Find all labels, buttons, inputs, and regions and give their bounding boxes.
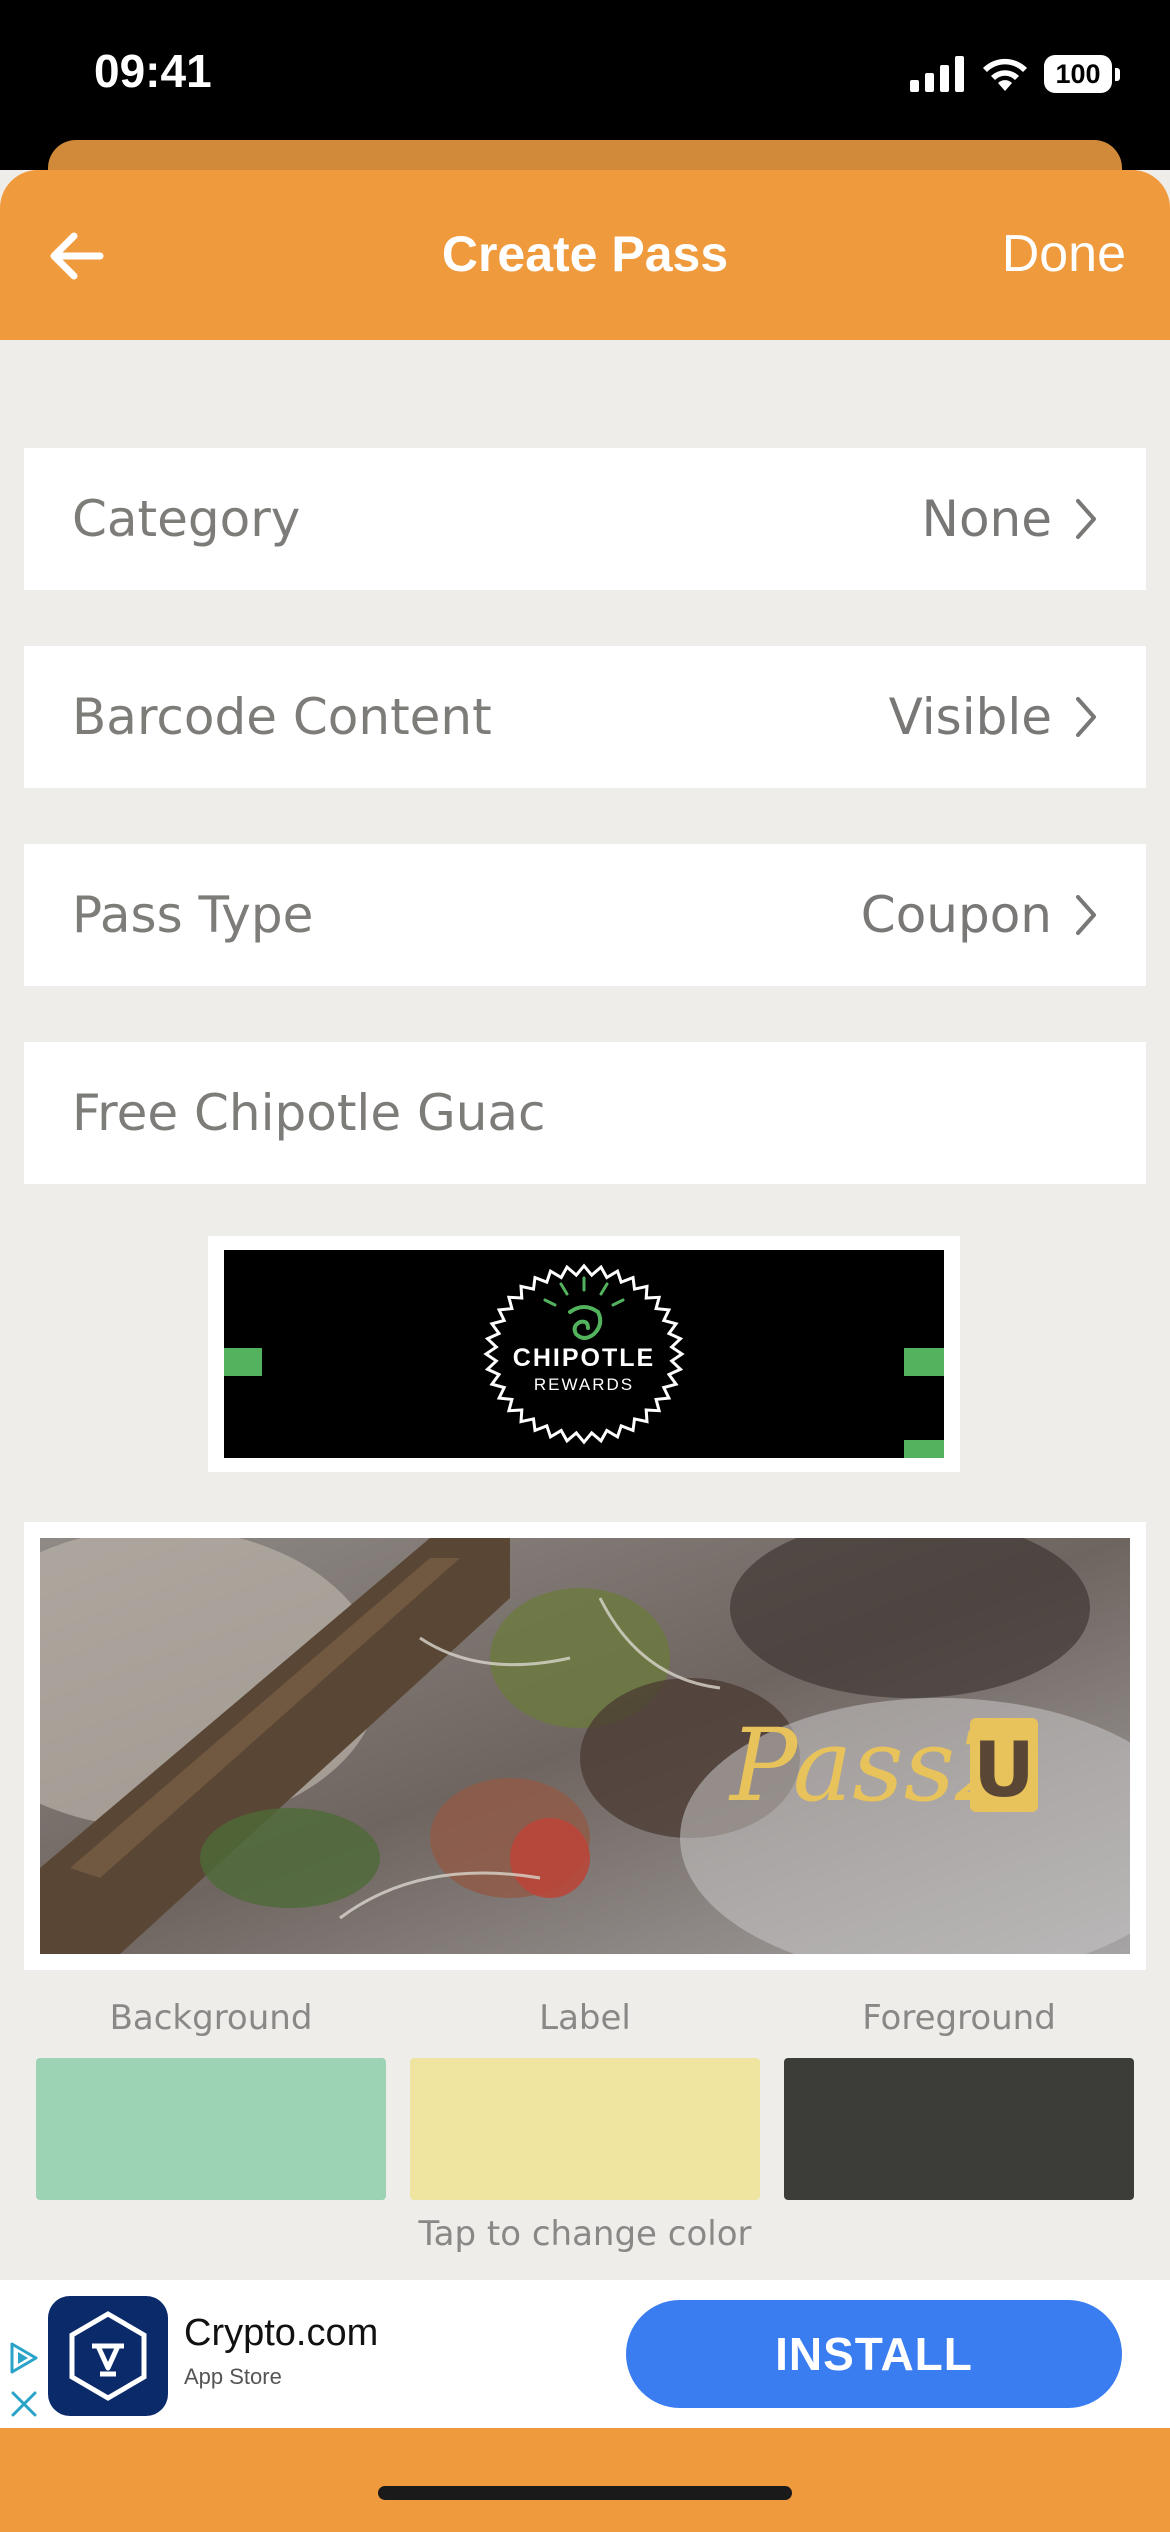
- pass-strip-image[interactable]: Pass2 U: [24, 1522, 1146, 1970]
- barcode-content-row[interactable]: Barcode Content Visible: [24, 646, 1146, 788]
- pass2u-u-mark: U: [973, 1725, 1035, 1814]
- pass-type-label: Pass Type: [72, 886, 314, 944]
- home-indicator[interactable]: [378, 2486, 792, 2500]
- logo-line1: CHIPOTLE: [513, 1344, 655, 1372]
- chevron-right-icon: [1076, 895, 1096, 935]
- food-photo-illustration: Pass2 U: [40, 1538, 1130, 1954]
- background-color-swatch[interactable]: [36, 2058, 386, 2200]
- pass-type-row[interactable]: Pass Type Coupon: [24, 844, 1146, 986]
- battery-icon: 100: [1044, 55, 1112, 93]
- crypto-app-icon[interactable]: [48, 2296, 168, 2416]
- status-icons: 100: [910, 52, 1120, 96]
- green-accent: [904, 1440, 944, 1458]
- ad-banner[interactable]: Crypto.com App Store INSTALL: [0, 2280, 1170, 2428]
- category-value: None: [921, 490, 1052, 548]
- category-label: Category: [72, 490, 301, 548]
- foreground-color-swatch[interactable]: [784, 2058, 1134, 2200]
- rewards-badge-icon: CHIPOTLE REWARDS: [483, 1263, 685, 1445]
- chevron-right-icon: [1076, 499, 1096, 539]
- background-color-label: Background: [109, 1998, 313, 2038]
- battery-tip: [1115, 67, 1120, 81]
- chevron-right-icon: [1076, 697, 1096, 737]
- pass-type-value-group: Coupon: [861, 886, 1098, 944]
- crypto-logo-icon: [69, 2311, 147, 2401]
- category-row[interactable]: Category None: [24, 448, 1146, 590]
- ad-close-icon[interactable]: [8, 2388, 40, 2420]
- page-title: Create Pass: [441, 226, 729, 282]
- pass-type-value: Coupon: [860, 886, 1052, 944]
- category-value-group: None: [922, 490, 1098, 548]
- bottom-bar: [0, 2428, 1170, 2532]
- color-hint-text: Tap to change color: [418, 2214, 752, 2254]
- done-button[interactable]: Done: [1002, 224, 1126, 284]
- ad-app-name: Crypto.com: [184, 2312, 379, 2354]
- pass-logo-image[interactable]: CHIPOTLE REWARDS: [208, 1236, 960, 1472]
- navigation-bar: Create Pass Done: [0, 170, 1170, 340]
- logo-line2: REWARDS: [534, 1375, 634, 1394]
- ad-store-label: App Store: [184, 2364, 282, 2389]
- barcode-content-value: Visible: [888, 688, 1052, 746]
- food-photo: Pass2 U: [40, 1538, 1130, 1954]
- install-button[interactable]: INSTALL: [626, 2300, 1122, 2408]
- barcode-content-value-group: Visible: [889, 688, 1098, 746]
- wifi-icon: [983, 58, 1027, 91]
- pass-name-value: Free Chipotle Guac: [72, 1084, 546, 1142]
- cellular-signal-icon: [910, 56, 964, 92]
- label-color-label: Label: [539, 1998, 631, 2038]
- chipotle-rewards-logo: CHIPOTLE REWARDS: [224, 1250, 944, 1458]
- green-accent: [904, 1348, 944, 1376]
- status-time: 09:41: [94, 45, 212, 97]
- barcode-content-label: Barcode Content: [72, 688, 492, 746]
- green-accent: [224, 1348, 262, 1376]
- pass-name-field[interactable]: Free Chipotle Guac: [24, 1042, 1146, 1184]
- label-color-swatch[interactable]: [410, 2058, 760, 2200]
- foreground-color-label: Foreground: [862, 1998, 1056, 2038]
- ad-choices-icon[interactable]: [6, 2340, 42, 2376]
